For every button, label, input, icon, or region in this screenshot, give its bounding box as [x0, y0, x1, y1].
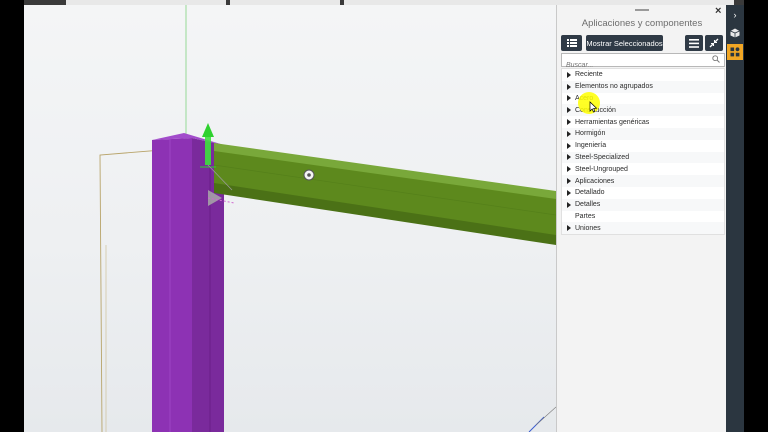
beam-handle-center — [307, 173, 311, 177]
letterbox-right — [744, 0, 768, 432]
gizmo-shaft-z — [205, 137, 211, 165]
expand-arrow-icon[interactable] — [567, 178, 571, 185]
tree-item-label: Hormigón — [575, 130, 606, 138]
expand-arrow-icon[interactable] — [567, 83, 571, 90]
model-drawing — [99, 5, 556, 432]
cursor-highlight — [578, 92, 600, 114]
panel-toolbar: Mostrar Seleccionados — [557, 35, 727, 53]
tree-item-label: Detallado — [575, 189, 605, 197]
tree-item[interactable]: Detalles — [562, 198, 724, 211]
tree-item[interactable]: Partes — [562, 211, 724, 223]
menu-button[interactable] — [685, 35, 703, 51]
tree-item[interactable]: Aplicaciones — [562, 175, 724, 187]
expand-arrow-icon[interactable] — [567, 95, 571, 102]
applications-button[interactable] — [727, 44, 743, 60]
hamburger-icon — [689, 38, 699, 48]
expand-arrow-icon[interactable] — [567, 142, 571, 149]
letterbox-left — [0, 0, 24, 432]
expand-arrow-icon[interactable] — [567, 201, 571, 208]
tree-item-label: Uniones — [575, 224, 601, 232]
tree-item-label: Steel-Ungrouped — [575, 165, 628, 173]
mouse-cursor-icon — [589, 101, 598, 113]
tree-item[interactable]: Ingeniería — [562, 140, 724, 152]
tree-item-label: Reciente — [575, 71, 603, 79]
tree-item-label: Detalles — [575, 201, 601, 209]
search-box[interactable] — [561, 53, 725, 72]
gizmo-arrow-z — [202, 123, 214, 137]
tree-item-label: Steel-Specialized — [575, 153, 630, 161]
tree-item-label: Aplicaciones — [575, 177, 615, 185]
collapse-arrows-icon — [709, 38, 719, 48]
tree-item-label: Elementos no agrupados — [575, 83, 653, 91]
expand-arrow-icon[interactable] — [567, 154, 571, 161]
tree-item[interactable]: Herramientas genéricas — [562, 116, 724, 128]
list-icon — [566, 39, 577, 47]
expand-arrow-icon[interactable] — [567, 189, 571, 196]
expand-arrow-icon[interactable] — [567, 71, 571, 78]
tree-item-label: Ingeniería — [575, 142, 607, 150]
show-selected-button[interactable]: Mostrar Seleccionados — [586, 35, 663, 51]
tree-item-label: Partes — [575, 212, 596, 220]
expand-arrow-icon[interactable] — [567, 225, 571, 232]
tree-item[interactable]: Uniones — [562, 222, 724, 235]
expand-arrow-icon[interactable] — [567, 107, 571, 114]
tree-item[interactable]: Detallado — [562, 187, 724, 199]
chevron-right-icon[interactable]: › — [727, 7, 743, 23]
expand-arrow-icon[interactable] — [567, 166, 571, 173]
side-toolstrip: › — [726, 5, 744, 432]
tree-item[interactable]: Elementos no agrupados — [562, 80, 724, 93]
axis-marker — [535, 406, 556, 426]
applications-icon — [730, 47, 740, 57]
list-view-button[interactable] — [561, 35, 582, 51]
panel-title: Aplicaciones y componentes — [581, 18, 703, 29]
drag-handle[interactable] — [635, 9, 649, 11]
tree-item-label: Herramientas genéricas — [575, 118, 650, 126]
tree-item[interactable]: Hormigón — [562, 127, 724, 140]
column-front-face — [152, 138, 192, 432]
tree-item[interactable]: Reciente — [562, 69, 724, 81]
expand-arrow-icon[interactable] — [567, 119, 571, 126]
search-icon — [712, 55, 720, 63]
cube-button[interactable] — [727, 25, 743, 41]
close-icon[interactable]: × — [715, 5, 721, 17]
collapse-button[interactable] — [705, 35, 723, 51]
applications-components-panel: Aplicaciones y componentes × Mostrar Sel… — [556, 5, 726, 432]
expand-arrow-icon[interactable] — [567, 130, 571, 137]
tree-item[interactable]: Steel-Specialized — [562, 151, 724, 164]
model-viewport[interactable] — [24, 5, 556, 432]
cube-icon — [730, 28, 740, 38]
tree-item[interactable]: Steel-Ungrouped — [562, 163, 724, 175]
screen: Aplicaciones y componentes × Mostrar Sel… — [0, 0, 768, 432]
